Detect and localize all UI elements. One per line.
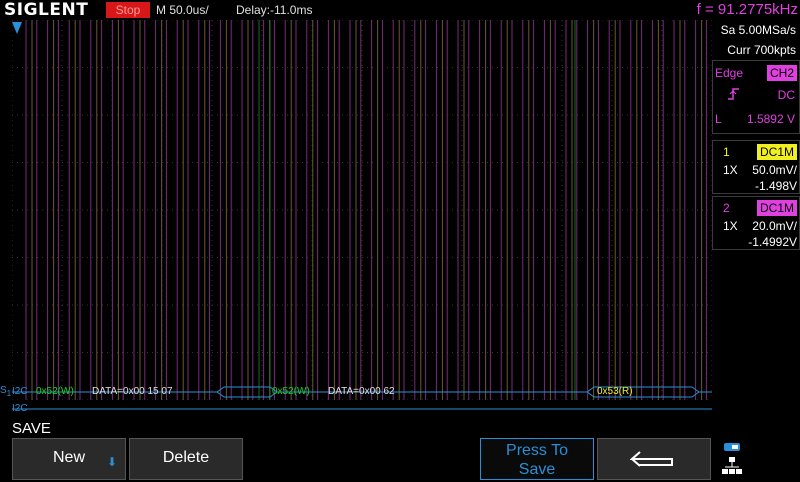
press-to-save-label-1: Press To xyxy=(506,442,568,459)
decode-frame-data: DATA=0x00 15 07 xyxy=(92,386,173,397)
timebase-readout[interactable]: M 50.0us/ xyxy=(156,1,209,19)
delay-readout[interactable]: Delay:-11.0ms xyxy=(236,1,312,19)
status-bar: SIGLENT Stop M 50.0us/ Delay:-11.0ms f =… xyxy=(0,0,800,20)
channel-number: 2 xyxy=(723,201,730,215)
bus-marker[interactable]: S1 xyxy=(0,385,11,398)
trigger-coupling: DC xyxy=(777,88,795,102)
trigger-source-badge: CH2 xyxy=(766,65,797,81)
bus-marker-label: S xyxy=(0,385,7,396)
decode-frame-address: 0x53(R) xyxy=(597,386,633,397)
memory-depth: Curr 700kpts xyxy=(727,43,796,57)
return-arrow-icon xyxy=(630,451,673,467)
i2c-decode-bus[interactable]: I2C I2C 0x52(W) DATA=0x00 15 07 0x52(W) … xyxy=(12,385,712,417)
channel-probe: 1X xyxy=(723,163,738,177)
new-button[interactable]: New ⬇ xyxy=(12,438,126,480)
siglent-logo: SIGLENT xyxy=(4,0,89,20)
trigger-panel[interactable]: Edge CH2 DC L 1.5892 V xyxy=(712,60,800,134)
trigger-type: Edge xyxy=(715,66,744,80)
channel-offset: -1.4992V xyxy=(748,235,797,249)
chevron-down-icon: ⬇ xyxy=(106,455,117,469)
channel-coupling-badge: DC1M xyxy=(756,144,797,160)
bus-marker-index: 1 xyxy=(6,388,12,398)
decode-frame-address: 0x52(W) xyxy=(36,386,74,397)
channel-probe: 1X xyxy=(723,219,738,233)
waveform-grid xyxy=(12,20,712,400)
press-to-save-label-2: Save xyxy=(518,461,556,478)
trigger-position-icon[interactable] xyxy=(12,22,22,34)
delete-button-label: Delete xyxy=(162,449,210,466)
menu-title: SAVE xyxy=(12,420,51,437)
delete-button[interactable]: Delete xyxy=(129,438,243,480)
rising-edge-icon xyxy=(727,87,741,101)
waveform-display[interactable] xyxy=(12,20,712,400)
channel-offset: -1.498V xyxy=(754,179,797,193)
channel-2-panel[interactable]: 2 DC1M 1X 20.0mV/ -1.4992V xyxy=(712,196,800,250)
channel-scale: 20.0mV/ xyxy=(752,219,797,233)
bus2-label: I2C xyxy=(12,403,28,414)
decode-frame-address: 0x52(W) xyxy=(272,386,310,397)
channel-scale: 50.0mV/ xyxy=(752,163,797,177)
decode-frame-data: DATA=0x00 62 xyxy=(328,386,395,397)
bus1-label: I2C xyxy=(12,386,28,397)
trigger-level-label: L xyxy=(715,112,722,126)
network-icon[interactable] xyxy=(722,443,742,477)
press-to-save-button[interactable]: Press To Save xyxy=(480,438,594,480)
back-button[interactable] xyxy=(597,438,711,480)
run-stop-indicator[interactable]: Stop xyxy=(106,2,150,18)
channel-1-panel[interactable]: 1 DC1M 1X 50.0mV/ -1.498V xyxy=(712,140,800,194)
sample-rate: Sa 5.00MSa/s xyxy=(720,23,796,37)
channel-number: 1 xyxy=(723,145,730,159)
trigger-level: 1.5892 V xyxy=(746,112,795,126)
channel-coupling-badge: DC1M xyxy=(756,200,797,216)
frequency-counter: f = 91.2775kHz xyxy=(696,1,798,18)
